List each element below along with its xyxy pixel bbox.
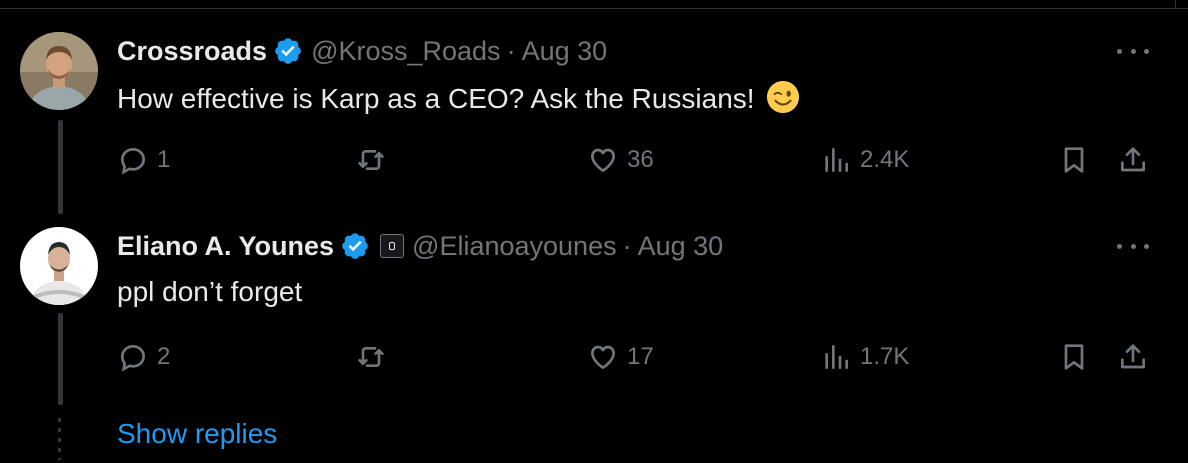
- like-count: 36: [627, 146, 654, 173]
- separator: ·: [506, 35, 516, 66]
- user-handle[interactable]: @Kross_Roads: [311, 36, 501, 67]
- tweet-text-content: ppl don’t forget: [117, 276, 303, 307]
- bookmark-button[interactable]: [1058, 340, 1090, 374]
- repost-icon: [358, 150, 384, 170]
- analytics-icon: [825, 345, 848, 369]
- bookmark-icon: [1064, 147, 1084, 173]
- like-button[interactable]: 36: [587, 143, 654, 177]
- display-name[interactable]: Crossroads: [117, 36, 267, 67]
- more-options-icon[interactable]: [1117, 41, 1149, 61]
- more-options-icon[interactable]: [1117, 236, 1149, 256]
- like-button[interactable]: 17: [587, 340, 654, 374]
- avatar-crossroads[interactable]: [20, 32, 98, 110]
- timestamp[interactable]: Aug 30: [638, 231, 724, 262]
- affiliate-badge-icon[interactable]: [380, 234, 405, 258]
- repost-button[interactable]: [355, 143, 395, 177]
- bookmark-button[interactable]: [1058, 143, 1090, 177]
- display-name[interactable]: Eliano A. Younes: [117, 231, 334, 262]
- tweet-header: Eliano A. Younes @Elianoayounes · Aug 30: [117, 226, 723, 266]
- separator: ·: [622, 230, 632, 261]
- user-handle[interactable]: @Elianoayounes: [412, 231, 617, 262]
- repost-button[interactable]: [355, 340, 395, 374]
- reply-icon: [120, 147, 146, 175]
- like-count: 17: [627, 343, 654, 370]
- tweet-text: How effective is Karp as a CEO? Ask the …: [117, 80, 800, 115]
- thread-line: [58, 313, 63, 405]
- share-icon: [1121, 147, 1145, 172]
- thread-line: [58, 120, 63, 214]
- reply-count: 2: [157, 343, 171, 370]
- repost-icon: [358, 347, 384, 367]
- timestamp[interactable]: Aug 30: [522, 36, 608, 67]
- tweet-text: ppl don’t forget: [117, 276, 302, 308]
- view-count: 2.4K: [860, 146, 910, 173]
- winking-face-icon: [767, 80, 800, 114]
- share-button[interactable]: [1117, 143, 1149, 177]
- view-count: 1.7K: [860, 343, 910, 370]
- tweet-header: Crossroads @Kross_Roads · Aug 30: [117, 31, 607, 71]
- tweet-text-content: How effective is Karp as a CEO? Ask the …: [117, 83, 755, 114]
- heart-icon: [591, 148, 615, 172]
- reply-button[interactable]: 2: [117, 340, 170, 374]
- show-replies-link[interactable]: Show replies: [117, 418, 277, 450]
- views-button[interactable]: 1.7K: [820, 340, 909, 374]
- reply-icon: [120, 344, 146, 372]
- share-button[interactable]: [1117, 340, 1149, 374]
- reply-count: 1: [157, 146, 171, 173]
- top-divider: [0, 0, 1188, 9]
- verified-badge-icon[interactable]: [340, 231, 370, 261]
- bookmark-icon: [1064, 344, 1084, 370]
- thread-dotted-line: [58, 418, 61, 460]
- share-icon: [1121, 344, 1145, 369]
- avatar-eliano[interactable]: [20, 227, 98, 305]
- reply-button[interactable]: 1: [117, 143, 170, 177]
- heart-icon: [591, 345, 615, 369]
- verified-badge-icon[interactable]: [273, 36, 303, 66]
- analytics-icon: [825, 148, 848, 172]
- views-button[interactable]: 2.4K: [820, 143, 909, 177]
